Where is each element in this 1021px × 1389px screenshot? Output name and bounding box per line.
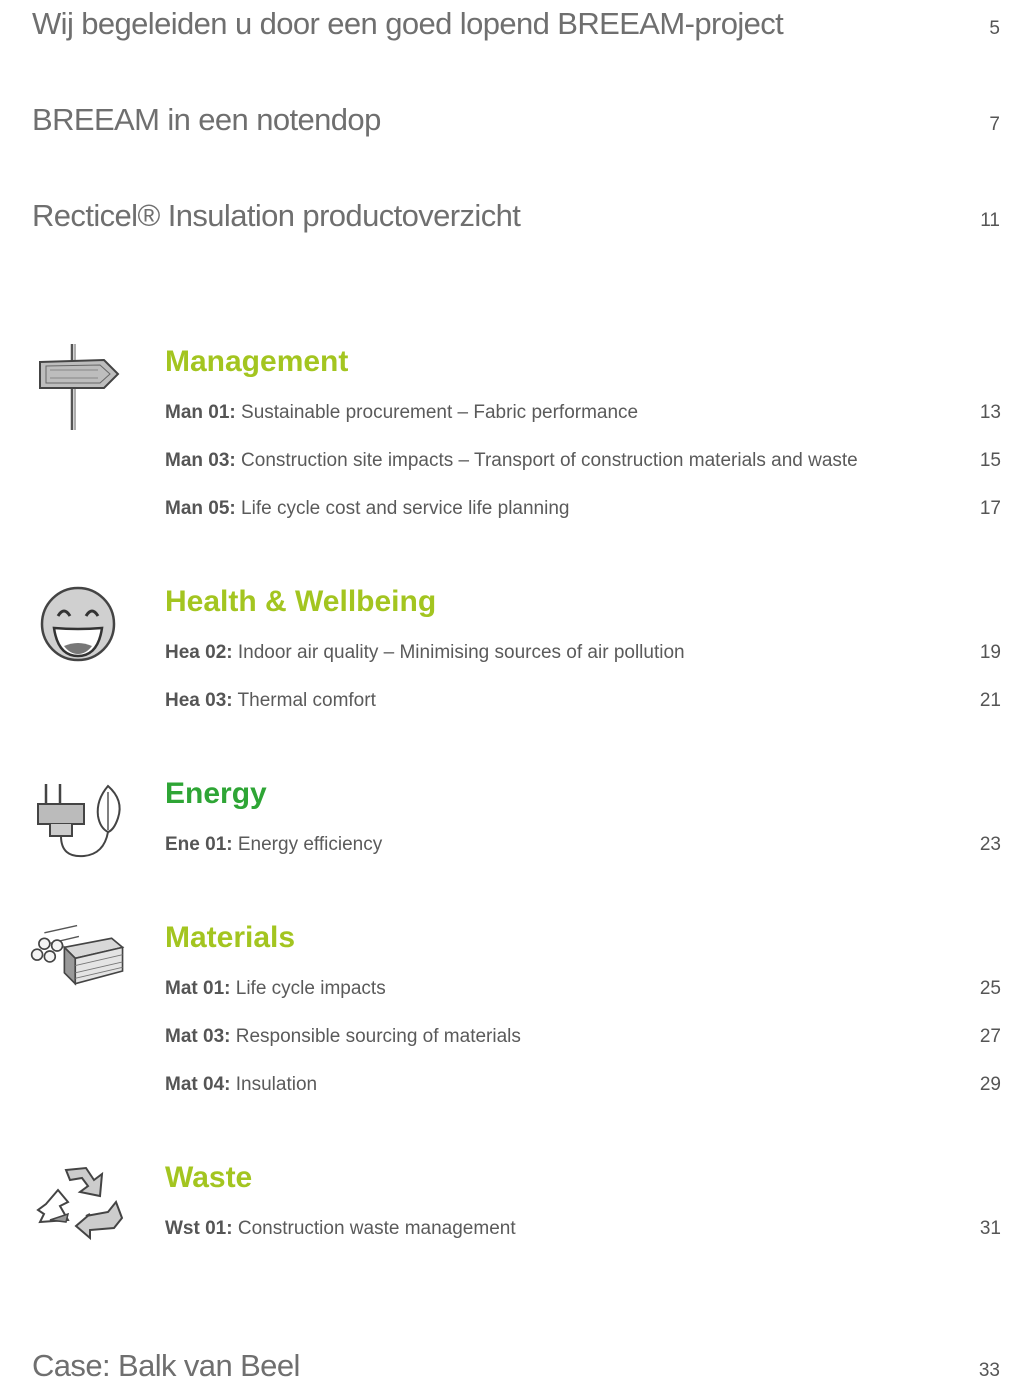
item-text: Construction site impacts – Transport of… (235, 450, 858, 471)
item-page: 17 (979, 498, 1001, 519)
toc-item[interactable]: Mat 03: Responsible sourcing of material… (165, 1025, 1001, 1049)
toc-entry-title: Recticel® Insulation productoverzicht (32, 198, 521, 233)
signpost-icon (39, 344, 120, 430)
toc-entry-intro[interactable]: Wij begeleiden u door een goed lopend BR… (32, 6, 1000, 42)
item-code: Man 01: (165, 402, 236, 423)
toc-item[interactable]: Wst 01: Construction waste management 31 (165, 1217, 1001, 1241)
item-code: Mat 04: (165, 1074, 231, 1095)
toc-entry-page: 7 (989, 114, 1000, 135)
item-code: Mat 01: (165, 978, 231, 999)
toc-item[interactable]: Ene 01: Energy efficiency 23 (165, 833, 1001, 857)
item-text: Life cycle impacts (230, 978, 386, 999)
toc-entry-page: 11 (980, 210, 1000, 231)
section-heading: Materials (165, 921, 296, 954)
item-page: 21 (979, 690, 1001, 711)
item-text: Construction waste management (232, 1218, 516, 1239)
item-text: Thermal comfort (232, 690, 376, 711)
item-text: Insulation (230, 1074, 318, 1095)
toc-item[interactable]: Man 01: Sustainable procurement – Fabric… (165, 401, 1001, 425)
toc-entry-page: 33 (978, 1360, 1000, 1381)
item-text: Sustainable procurement – Fabric perform… (235, 402, 639, 423)
item-text: Indoor air quality – Minimising sources … (232, 642, 685, 663)
item-text: Life cycle cost and service life plannin… (235, 498, 570, 519)
toc-item[interactable]: Mat 01: Life cycle impacts 25 (165, 977, 1001, 1001)
toc-item[interactable]: Mat 04: Insulation 29 (165, 1073, 1001, 1097)
toc-item[interactable]: Man 05: Life cycle cost and service life… (165, 497, 1001, 521)
toc-entry-title: Wij begeleiden u door een goed lopend BR… (32, 6, 784, 41)
toc-entry-title: Case: Balk van Beel (32, 1348, 300, 1383)
toc-item[interactable]: Hea 02: Indoor air quality – Minimising … (165, 641, 1001, 665)
section-heading: Health & Wellbeing (165, 585, 437, 618)
item-page: 31 (979, 1218, 1001, 1239)
item-code: Man 03: (165, 450, 236, 471)
plug-leaf-icon (37, 784, 121, 858)
item-code: Hea 03: (165, 690, 233, 711)
toc-entry-title: BREEAM in een notendop (32, 102, 381, 137)
toc-item[interactable]: Man 03: Construction site impacts – Tran… (165, 449, 1001, 473)
logs-planks-icon (30, 924, 125, 986)
toc-entry-case-study[interactable]: Case: Balk van Beel 33 (32, 1348, 1000, 1384)
item-code: Hea 02: (165, 642, 233, 663)
toc-entry-productoverzicht[interactable]: Recticel® Insulation productoverzicht 11 (32, 198, 1000, 234)
item-text: Energy efficiency (232, 834, 383, 855)
item-page: 23 (979, 834, 1001, 855)
recycle-icon (36, 1166, 124, 1241)
toc-entry-breeam-notendop[interactable]: BREEAM in een notendop 7 (32, 102, 1000, 138)
item-code: Man 05: (165, 498, 236, 519)
item-page: 27 (979, 1026, 1001, 1047)
item-text: Responsible sourcing of materials (230, 1026, 521, 1047)
section-heading: Management (165, 345, 349, 378)
item-code: Ene 01: (165, 834, 233, 855)
toc-entry-page: 5 (989, 18, 1000, 39)
section-heading: Energy (165, 777, 267, 810)
section-heading: Waste (165, 1161, 253, 1194)
item-code: Mat 03: (165, 1026, 231, 1047)
item-page: 25 (979, 978, 1001, 999)
item-page: 13 (979, 402, 1001, 423)
smiley-face-icon (40, 586, 116, 662)
item-page: 15 (979, 450, 1001, 471)
item-code: Wst 01: (165, 1218, 233, 1239)
toc-item[interactable]: Hea 03: Thermal comfort 21 (165, 689, 1001, 713)
item-page: 19 (979, 642, 1001, 663)
item-page: 29 (979, 1074, 1001, 1095)
